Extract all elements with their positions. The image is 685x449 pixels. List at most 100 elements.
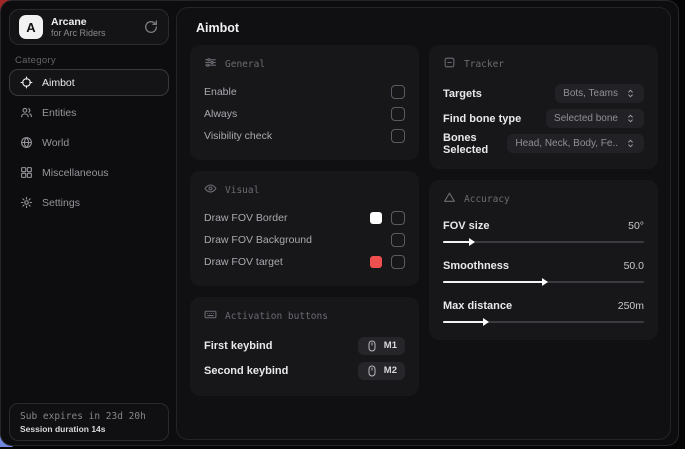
general-header: General [204,56,405,72]
max-distance-slider[interactable] [443,317,644,327]
smoothness-value: 50.0 [624,260,644,272]
sidebar-item-label: Entities [42,107,76,119]
enable-checkbox[interactable] [391,85,405,99]
sidebar-item-aimbot[interactable]: Aimbot [9,69,169,96]
keybind-value: M1 [384,340,397,351]
max-distance-group: Max distance 250m [443,296,644,327]
sub-expiry-text: Sub expires in 23d 20h [20,411,158,422]
general-row-always: Always [204,103,405,125]
crosshair-icon [20,76,33,89]
fov-size-value: 50° [628,220,644,232]
row-label: Smoothness [443,260,509,272]
sidebar-item-miscellaneous[interactable]: Miscellaneous [9,159,169,186]
visual-row-background: Draw FOV Background [204,229,405,251]
sidebar-item-world[interactable]: World [9,129,169,156]
slider-fill [443,321,485,323]
tracker-title: Tracker [464,59,504,70]
row-label: Max distance [443,300,512,312]
bones-value: Head, Neck, Body, Fe.. [515,138,618,149]
row-label: Enable [204,86,237,98]
sidebar-nav: Aimbot Entities World [9,69,169,216]
row-label: Bones Selected [443,132,507,156]
visual-row-border: Draw FOV Border [204,207,405,229]
fov-size-slider[interactable] [443,237,644,247]
keyboard-icon [204,308,217,324]
second-keybind-button[interactable]: M2 [358,362,405,380]
visibility-check-checkbox[interactable] [391,129,405,143]
bones-selected-select[interactable]: Head, Neck, Body, Fe.. [507,134,644,153]
slider-thumb[interactable] [469,238,475,246]
row-label: Always [204,108,237,120]
accuracy-title: Accuracy [464,194,510,205]
fov-border-color-swatch[interactable] [370,212,382,224]
visual-card: Visual Draw FOV Border Draw FOV Backgrou… [190,171,419,286]
sidebar-item-label: Aimbot [42,77,75,89]
sidebar-item-label: Settings [42,197,80,209]
draw-fov-target-checkbox[interactable] [391,255,405,269]
fov-target-color-swatch[interactable] [370,256,382,268]
app-window: A Arcane for Arc Riders Category Aimbot [0,0,679,446]
row-label: Second keybind [204,365,288,377]
triangle-icon [443,191,456,207]
grid-icon [20,166,33,179]
activation-header: Activation buttons [204,308,405,324]
activation-row-second: Second keybind M2 [204,358,405,383]
slider-fill [443,241,471,243]
right-column: Tracker Targets Bots, Teams Find bone ty… [429,45,658,340]
keybind-value: M2 [384,365,397,376]
app-subtitle: for Arc Riders [51,28,135,38]
session-duration-text: Session duration 14s [20,424,158,434]
visual-row-target: Draw FOV target [204,251,405,273]
chevrons-up-down-icon [625,88,636,99]
subscription-card: Sub expires in 23d 20h Session duration … [9,403,169,441]
activation-card: Activation buttons First keybind M1 Seco… [190,297,419,396]
page-title: Aimbot [196,21,670,35]
fov-size-group: FOV size 50° [443,216,644,247]
row-label: Draw FOV target [204,256,283,268]
tracker-header: Tracker [443,56,644,72]
mouse-icon [366,365,378,377]
sync-icon[interactable] [143,19,159,35]
always-checkbox[interactable] [391,107,405,121]
sidebar-item-label: World [42,137,69,149]
smoothness-slider[interactable] [443,277,644,287]
sliders-icon [204,56,217,72]
first-keybind-button[interactable]: M1 [358,337,405,355]
activation-row-first: First keybind M1 [204,333,405,358]
find-bone-type-select[interactable]: Selected bone [546,109,644,128]
sidebar: A Arcane for Arc Riders Category Aimbot [1,1,176,445]
targets-value: Bots, Teams [563,88,618,99]
general-row-visibility: Visibility check [204,125,405,147]
entities-icon [20,106,33,119]
gear-icon [20,196,33,209]
row-label: First keybind [204,340,272,352]
draw-fov-background-checkbox[interactable] [391,233,405,247]
general-row-enable: Enable [204,81,405,103]
chevrons-up-down-icon [625,138,636,149]
eye-icon [204,182,217,198]
sidebar-item-entities[interactable]: Entities [9,99,169,126]
chevrons-up-down-icon [625,113,636,124]
activation-title: Activation buttons [225,311,328,322]
left-column: General Enable Always Visibility check [190,45,419,396]
tracker-row-bone-type: Find bone type Selected bone [443,106,644,131]
scan-icon [443,56,456,72]
row-label: Find bone type [443,113,521,125]
max-distance-value: 250m [618,300,644,312]
tracker-row-targets: Targets Bots, Teams [443,81,644,106]
targets-select[interactable]: Bots, Teams [555,84,644,103]
globe-icon [20,136,33,149]
visual-header: Visual [204,182,405,198]
draw-fov-border-checkbox[interactable] [391,211,405,225]
sidebar-item-settings[interactable]: Settings [9,189,169,216]
app-header-card: A Arcane for Arc Riders [9,9,169,45]
mouse-icon [366,340,378,352]
visual-title: Visual [225,185,259,196]
slider-thumb[interactable] [483,318,489,326]
slider-thumb[interactable] [542,278,548,286]
sidebar-item-label: Miscellaneous [42,167,109,179]
tracker-card: Tracker Targets Bots, Teams Find bone ty… [429,45,658,169]
row-label: Draw FOV Border [204,212,287,224]
row-label: Draw FOV Background [204,234,312,246]
bone-type-value: Selected bone [554,113,618,124]
